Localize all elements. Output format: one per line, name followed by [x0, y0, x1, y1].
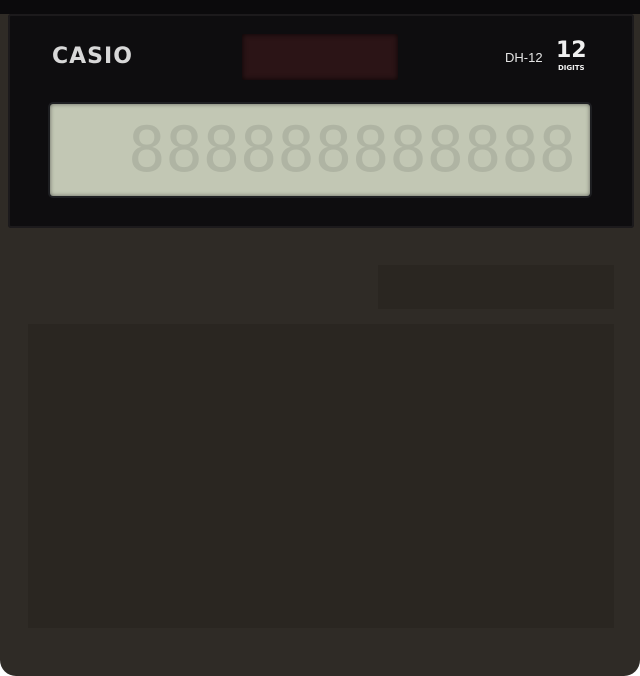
- lcd-display: 888888888888: [50, 104, 590, 196]
- keypad-area: [28, 324, 614, 628]
- lcd-readout: 888888888888: [128, 113, 576, 186]
- digits-label: DIGITS: [558, 64, 585, 72]
- model-label: DH-12: [505, 50, 543, 65]
- top-edge: [0, 0, 640, 14]
- display-panel: CASIO DH-12 12 DIGITS 888888888888: [8, 14, 634, 228]
- digits-count: 12: [556, 38, 587, 63]
- function-key-area: [378, 265, 614, 309]
- brand-logo: CASIO: [52, 44, 133, 69]
- calculator-body: CASIO DH-12 12 DIGITS 888888888888: [0, 0, 640, 676]
- solar-cell: [242, 34, 398, 80]
